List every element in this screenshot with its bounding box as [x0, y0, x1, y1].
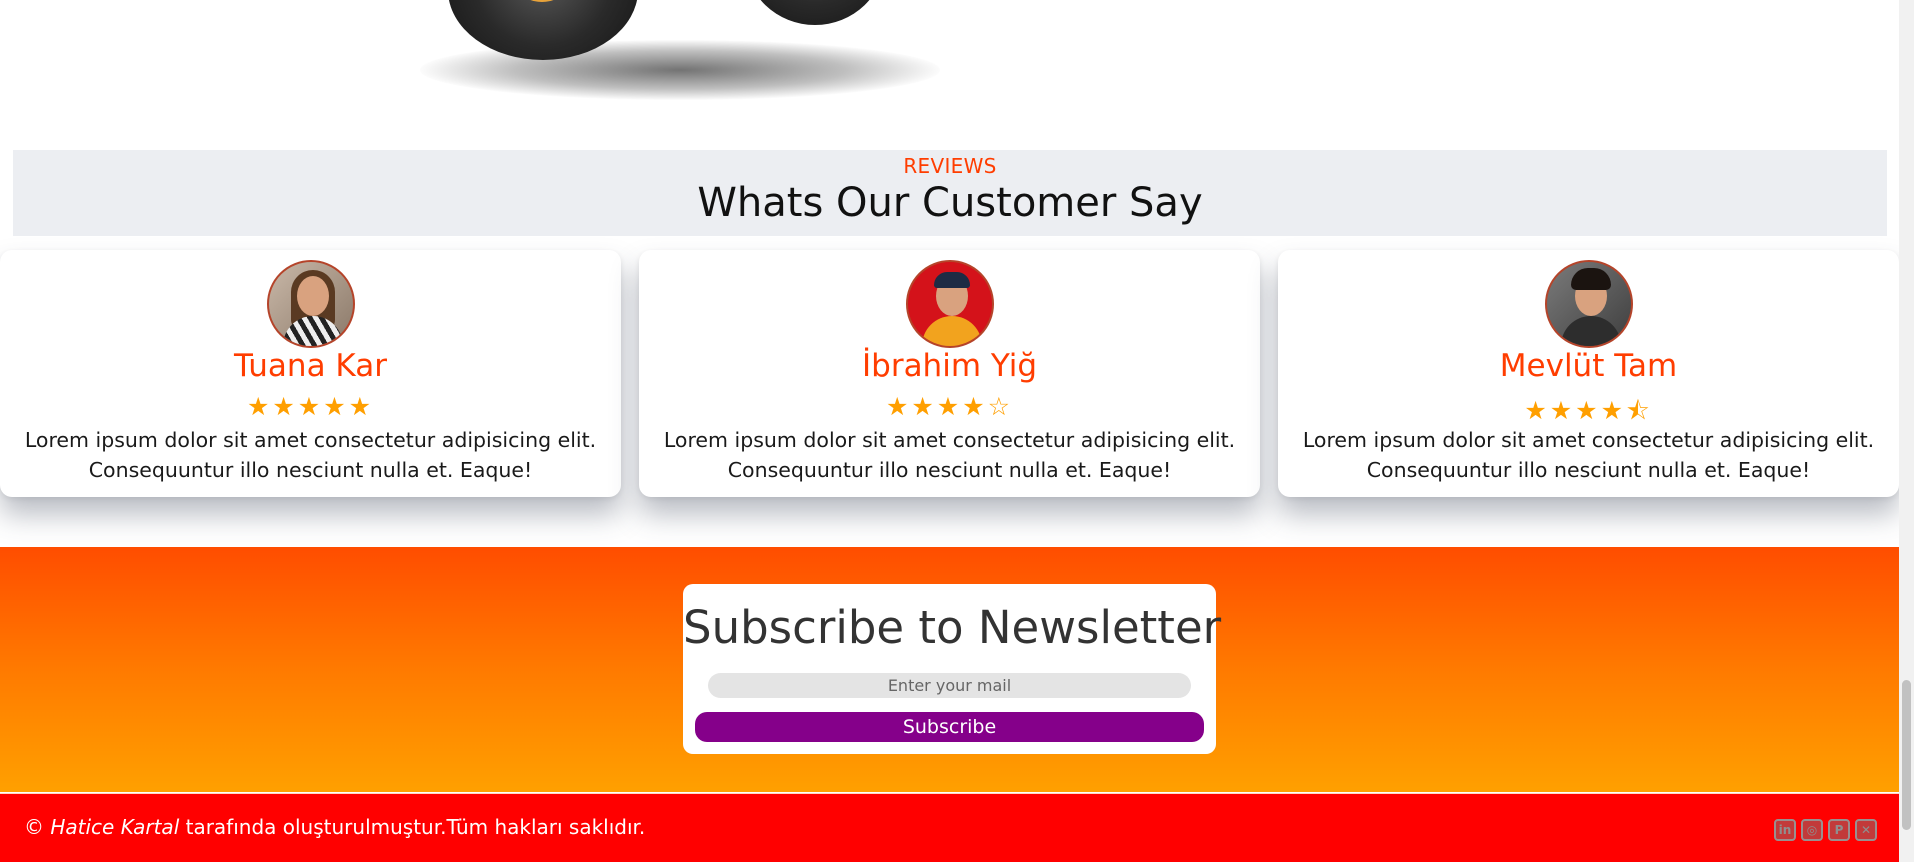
review-text: Lorem ipsum dolor sit amet consectetur a… — [663, 428, 1236, 482]
avatar — [266, 260, 355, 348]
linkedin-glyph: in — [1778, 823, 1792, 837]
scrollbar-thumb[interactable] — [1902, 680, 1911, 830]
newsletter-box: Subscribe to Newsletter Subscribe — [683, 584, 1222, 754]
star-rating: ★★★★☆ — [885, 392, 1014, 421]
truck-tire-rear — [745, 0, 885, 25]
reviews-header: REVIEWS Whats Our Customer Say — [13, 150, 1887, 236]
page-scrollbar[interactable] — [1899, 0, 1914, 862]
review-card: Mevlüt Tam ★★★★⯪ Lorem ipsum dolor sit a… — [1278, 250, 1899, 497]
instagram-icon[interactable]: ◎ — [1801, 819, 1823, 841]
hero-truck-image — [0, 0, 1899, 150]
pinterest-icon[interactable]: P — [1828, 819, 1850, 841]
instagram-glyph: ◎ — [1806, 823, 1818, 837]
copyright-rest: tarafında oluşturulmuştur.Tüm hakları sa… — [185, 815, 646, 839]
linkedin-icon[interactable]: in — [1774, 819, 1796, 841]
review-cards: Tuana Kar ★★★★★ Lorem ipsum dolor sit am… — [0, 250, 1899, 500]
reviews-eyebrow: REVIEWS — [903, 154, 997, 178]
reviewer-name: İbrahim Yiğ — [862, 348, 1037, 384]
social-links: in ◎ P ✕ — [1774, 819, 1877, 841]
review-text: Lorem ipsum dolor sit amet consectetur a… — [1302, 428, 1875, 482]
newsletter-section: Subscribe to Newsletter Subscribe — [0, 547, 1899, 792]
x-glyph: ✕ — [1860, 823, 1872, 837]
review-card: İbrahim Yiğ ★★★★☆ Lorem ipsum dolor sit … — [639, 250, 1260, 497]
star-rating: ★★★★★ — [246, 392, 375, 421]
subscribe-button[interactable]: Subscribe — [695, 712, 1204, 742]
footer: © Hatice Kartal tarafında oluşturulmuştu… — [0, 793, 1899, 862]
author-name: Hatice Kartal — [50, 815, 180, 839]
email-field[interactable] — [708, 673, 1191, 698]
avatar — [905, 260, 994, 348]
reviews-title: Whats Our Customer Say — [697, 180, 1203, 226]
avatar — [1544, 260, 1633, 348]
newsletter-title: Subscribe to Newsletter — [683, 601, 1222, 654]
x-icon[interactable]: ✕ — [1855, 819, 1877, 841]
copyright-text: © Hatice Kartal tarafında oluşturulmuştu… — [24, 815, 645, 839]
reviewer-name: Tuana Kar — [234, 348, 387, 384]
review-text: Lorem ipsum dolor sit amet consectetur a… — [24, 428, 597, 482]
review-card: Tuana Kar ★★★★★ Lorem ipsum dolor sit am… — [0, 250, 621, 497]
reviewer-name: Mevlüt Tam — [1499, 348, 1678, 384]
copyright-symbol: © — [24, 815, 44, 839]
pinterest-glyph: P — [1834, 823, 1844, 837]
